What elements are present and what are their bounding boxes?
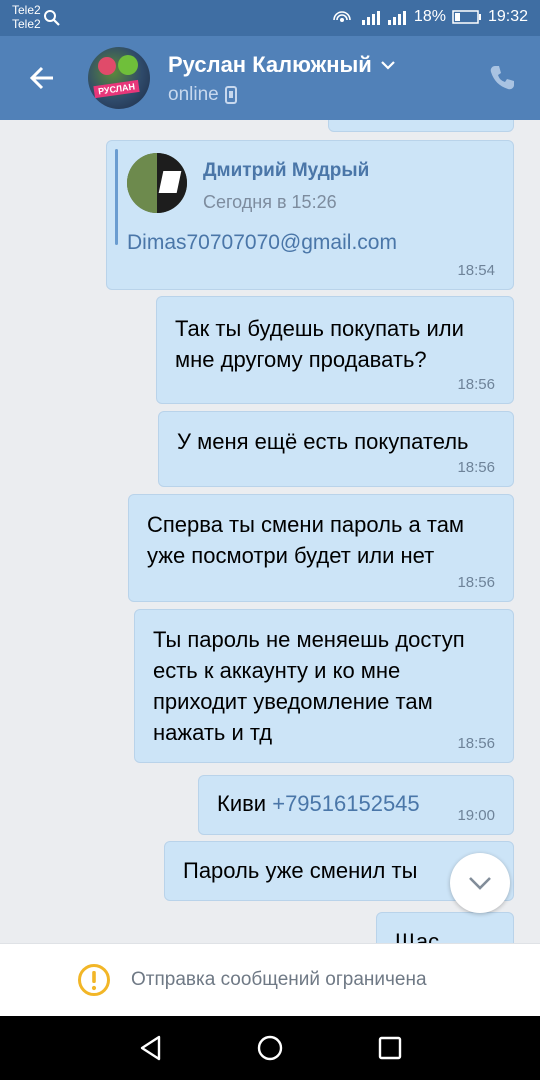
message-time: 18:54 [457, 262, 495, 279]
carrier-1: Tele2 [12, 3, 41, 17]
nav-home-icon[interactable] [256, 1034, 284, 1062]
status-text: online [168, 84, 219, 105]
avatar[interactable]: РУСЛАН [88, 47, 150, 109]
carrier-2: Tele2 [12, 17, 41, 31]
message-text: Сперва ты смени пароль а там уже посмотр… [147, 512, 465, 568]
forward-author-avatar[interactable] [127, 153, 187, 213]
system-nav-bar [0, 1016, 540, 1080]
avatar-art [118, 55, 138, 75]
message-word: Киви [217, 791, 267, 816]
message-time: 18:56 [457, 574, 495, 591]
message-bubble[interactable]: Киви +79516152545 19:00 [198, 775, 514, 835]
signal-icon [361, 11, 406, 25]
nav-back-icon[interactable] [137, 1034, 165, 1062]
phone-link[interactable]: +79516152545 [272, 791, 419, 816]
message-text: У меня ещё есть покупатель [177, 429, 469, 454]
battery-percent: 18% [413, 8, 446, 25]
arrow-left-icon [29, 66, 53, 90]
message-time: 18:56 [457, 376, 495, 393]
message-text: Так ты будешь покупать или мне другому п… [175, 316, 464, 372]
message-text: Ты пароль не меняешь доступ есть к аккау… [153, 627, 465, 745]
avatar-art [127, 153, 157, 213]
forward-date: Сегодня в 15:26 [203, 192, 337, 212]
forward-author-name[interactable]: Дмитрий Мудрый [203, 155, 369, 186]
message-bubble[interactable]: Щас [376, 912, 514, 943]
search-icon [44, 10, 60, 26]
restriction-banner: Отправка сообщений ограничена [0, 943, 540, 1016]
forwarded-message[interactable]: Дмитрий Мудрый Сегодня в 15:26 Dimas7070… [106, 140, 514, 290]
hotspot-icon [333, 11, 351, 22]
back-button[interactable] [20, 58, 64, 98]
message-bubble[interactable]: Сперва ты смени пароль а там уже посмотр… [128, 494, 514, 602]
message-time: 19:00 [457, 807, 495, 824]
restriction-text: Отправка сообщений ограничена [131, 969, 427, 990]
contact-name: Руслан Калюжный [168, 52, 372, 77]
chevron-down-icon [469, 877, 491, 890]
message-bubble[interactable]: Ты пароль не меняешь доступ есть к аккау… [134, 609, 514, 763]
phone-call-icon[interactable] [486, 62, 518, 94]
battery-icon [452, 10, 481, 24]
chat-title[interactable]: Руслан Калюжный [168, 52, 396, 78]
message-bubble[interactable] [328, 120, 514, 132]
email-link[interactable]: Dimas70707070@gmail.com [127, 227, 397, 258]
nav-recents-icon[interactable] [376, 1034, 404, 1062]
chevron-down-icon [381, 61, 395, 70]
message-text: Щас [395, 929, 440, 943]
clock: 19:32 [487, 8, 528, 25]
message-list[interactable]: Дмитрий Мудрый Сегодня в 15:26 Dimas7070… [0, 120, 540, 943]
forward-indicator [115, 149, 118, 245]
scroll-to-bottom-button[interactable] [450, 853, 510, 913]
avatar-art [98, 57, 116, 75]
message-time: 18:56 [457, 735, 495, 752]
avatar-label: РУСЛАН [93, 79, 140, 99]
message-text: Киви +79516152545 [217, 788, 495, 819]
message-text: Пароль уже сменил ты [183, 858, 418, 883]
status-bar: Tele2 Tele2 18% 19:32 [0, 0, 540, 36]
message-time: 18:56 [457, 459, 495, 476]
chat-header: РУСЛАН Руслан Калюжный online [0, 36, 540, 120]
warning-icon [78, 964, 110, 996]
message-bubble[interactable]: У меня ещё есть покупатель 18:56 [158, 411, 514, 487]
message-bubble[interactable]: Так ты будешь покупать или мне другому п… [156, 296, 514, 404]
online-status: online [168, 84, 237, 106]
mobile-icon [224, 86, 237, 104]
